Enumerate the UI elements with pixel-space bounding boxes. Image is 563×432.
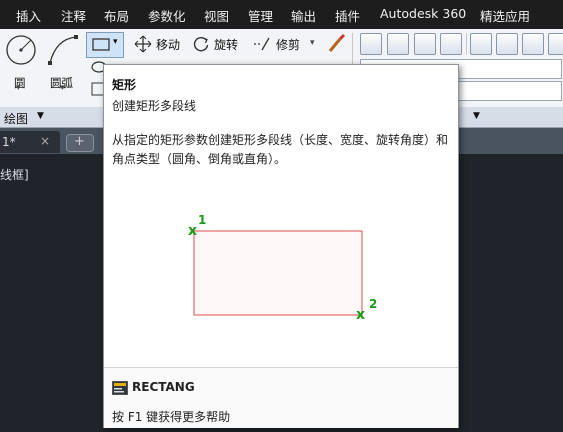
point-1-label: 1 <box>198 213 207 227</box>
layer-properties-icon[interactable] <box>360 33 382 55</box>
menu-annotate[interactable]: 注释 <box>61 6 86 25</box>
draw-panel-expand-icon[interactable]: ▼ <box>37 111 44 121</box>
rotate-label: 旋转 <box>214 37 239 52</box>
menu-featured-apps[interactable]: 精选应用 <box>480 6 530 25</box>
move-label: 移动 <box>156 37 181 52</box>
move-button[interactable]: 移动 <box>134 33 180 55</box>
rotate-button[interactable]: 旋转 <box>192 33 238 55</box>
layer-match-icon[interactable] <box>522 33 544 55</box>
trim-button[interactable]: 修剪 <box>252 33 300 55</box>
layer-walk-icon[interactable] <box>548 33 563 55</box>
rotate-icon <box>193 37 209 52</box>
menu-bar: 插入 注释 布局 参数化 视图 管理 输出 插件 Autodesk 360 精选… <box>0 0 563 29</box>
circle-icon <box>6 35 36 65</box>
menu-manage[interactable]: 管理 <box>248 6 273 25</box>
arc-icon <box>48 35 78 65</box>
layer-state-icon[interactable] <box>387 33 409 55</box>
tooltip-subtitle: 创建矩形多段线 <box>112 99 197 113</box>
trim-icon <box>254 37 270 51</box>
viewport-style-label[interactable]: 线框] <box>0 166 29 183</box>
rectangle-icon <box>92 38 110 51</box>
tooltip-help-text: 按 F1 键获得更多帮助 <box>112 410 231 424</box>
circle-tool-button[interactable]: 圆 <box>4 33 38 93</box>
move-icon <box>134 35 152 53</box>
close-icon[interactable]: × <box>40 134 50 148</box>
rectangle-tool-button[interactable]: ▾ <box>86 32 124 58</box>
matchprop-brush-icon[interactable] <box>326 33 348 55</box>
layer-freeze-icon[interactable] <box>470 33 492 55</box>
tooltip-title: 矩形 <box>112 78 137 92</box>
point-2-label: 2 <box>369 297 378 311</box>
point-1-marker-icon: x <box>188 223 198 239</box>
trim-dropdown-icon[interactable]: ▾ <box>310 38 315 48</box>
menu-autodesk360[interactable]: Autodesk 360 <box>380 6 466 21</box>
tooltip-description: 从指定的矩形参数创建矩形多段线（长度、宽度、旋转角度）和角点类型（圆角、倒角或直… <box>112 133 449 166</box>
layer-off-icon[interactable] <box>414 33 436 55</box>
drawing-tab-label: 1* <box>2 135 16 149</box>
rectangle-tooltip: 矩形 创建矩形多段线 从指定的矩形参数创建矩形多段线（长度、宽度、旋转角度）和角… <box>103 64 459 428</box>
tooltip-command-name: RECTANG <box>132 380 195 394</box>
draw-panel-label[interactable]: 绘图 <box>4 110 28 127</box>
rectangle-preview-graphic <box>193 230 363 316</box>
layer-isolate-icon[interactable] <box>440 33 462 55</box>
arc-dropdown-icon[interactable]: ▾ <box>60 83 65 93</box>
menu-insert[interactable]: 插入 <box>16 6 41 25</box>
menu-view[interactable]: 视图 <box>204 6 229 25</box>
command-line-icon <box>112 381 128 395</box>
new-tab-button[interactable]: + <box>66 134 94 152</box>
menu-output[interactable]: 输出 <box>291 6 316 25</box>
rectangle-illustration: 1 x 2 x <box>184 213 384 323</box>
menu-layout[interactable]: 布局 <box>104 6 129 25</box>
drawing-tab[interactable]: 1* × <box>0 131 60 153</box>
menu-plugins[interactable]: 插件 <box>335 6 360 25</box>
plus-icon: + <box>74 134 85 149</box>
rectangle-dropdown-icon[interactable]: ▾ <box>113 37 118 47</box>
tooltip-footer: RECTANG 按 F1 键获得更多帮助 <box>104 367 458 428</box>
layers-panel-expand-icon[interactable]: ▼ <box>473 111 480 121</box>
menu-parametric[interactable]: 参数化 <box>148 6 186 25</box>
layer-lock-icon[interactable] <box>496 33 518 55</box>
circle-dropdown-icon[interactable]: ▾ <box>16 83 21 93</box>
trim-label: 修剪 <box>276 37 301 52</box>
point-2-marker-icon: x <box>356 307 366 323</box>
